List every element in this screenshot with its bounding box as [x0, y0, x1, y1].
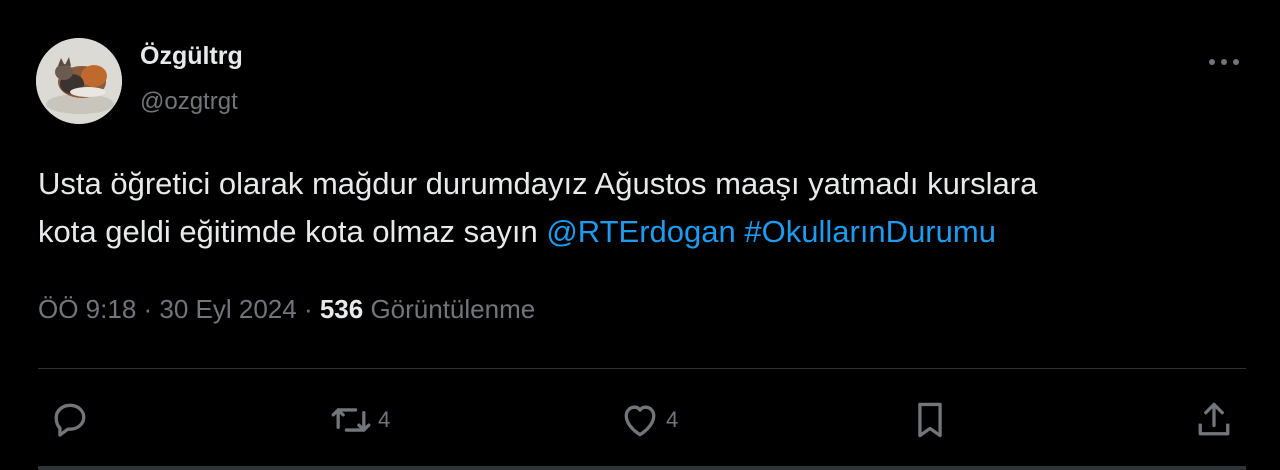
- share-button[interactable]: [1192, 398, 1236, 442]
- reply-icon: [54, 403, 86, 437]
- divider: [38, 368, 1246, 369]
- bottom-border: [38, 466, 1246, 470]
- more-icon: [1209, 59, 1239, 65]
- tweet-text: Usta öğretici olarak mağdur durumdayız A…: [38, 160, 1258, 256]
- avatar[interactable]: [36, 38, 122, 124]
- like-count: 4: [666, 407, 679, 432]
- cat-avatar-image: [36, 38, 122, 124]
- tweet-date[interactable]: 30 Eyl 2024: [159, 294, 296, 325]
- retweet-count: 4: [378, 407, 391, 432]
- author-handle[interactable]: @ozgtrgt: [140, 88, 238, 116]
- views-count: 536: [319, 294, 364, 324]
- meta-separator: ·: [136, 294, 160, 324]
- tweet-time[interactable]: ÖÖ 9:18: [38, 294, 136, 325]
- retweet-button[interactable]: 4: [328, 398, 390, 442]
- tweet-text-line-2: kota geldi eğitimde kota olmaz sayın @RT…: [38, 208, 1258, 256]
- tweet-text-line-2-prefix: kota geldi eğitimde kota olmaz sayın: [38, 214, 547, 249]
- more-options-button[interactable]: [1202, 44, 1246, 80]
- reply-button[interactable]: [48, 398, 92, 442]
- hashtag-link[interactable]: #OkullarınDurumu: [744, 214, 996, 249]
- meta-separator: ·: [296, 294, 320, 324]
- author-display-name[interactable]: Özgültrg: [140, 42, 243, 71]
- views-label: Görüntülenme: [363, 294, 536, 324]
- bookmark-button[interactable]: [908, 398, 952, 442]
- retweet-icon: [331, 408, 371, 432]
- mention-link[interactable]: @RTErdogan: [546, 214, 735, 249]
- share-icon: [1198, 402, 1230, 436]
- tweet-text-line-1: Usta öğretici olarak mağdur durumdayız A…: [38, 166, 1038, 201]
- bookmark-icon: [918, 402, 942, 438]
- tweet-meta: ÖÖ 9:18 · 30 Eyl 2024 · 536 Görüntülenme: [38, 294, 535, 325]
- heart-icon: [624, 405, 656, 437]
- like-button[interactable]: 4: [618, 398, 678, 442]
